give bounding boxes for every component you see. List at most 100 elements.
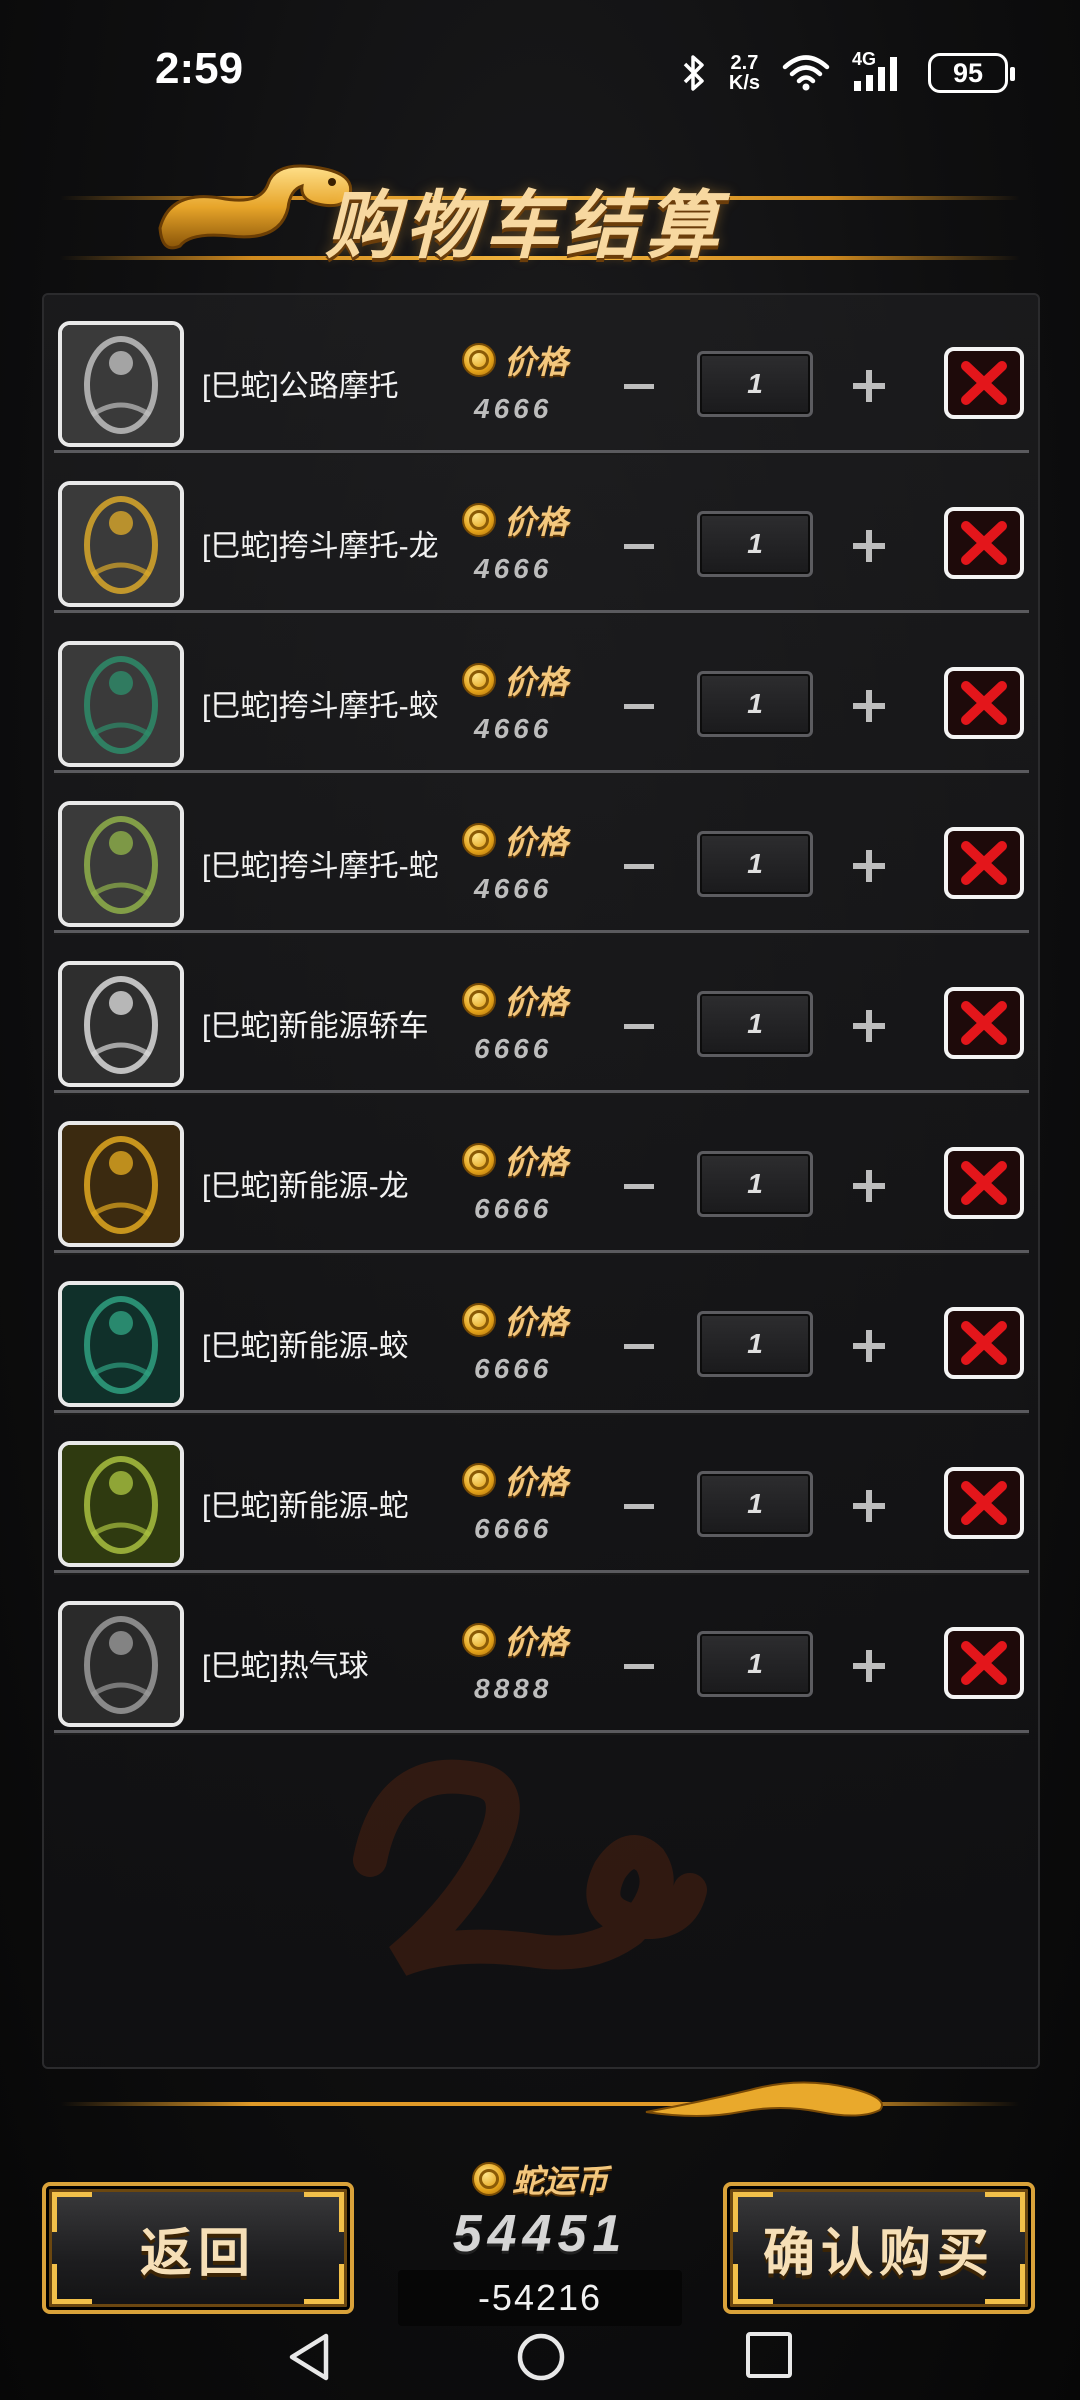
coin-icon — [462, 503, 496, 537]
increase-quantity-button[interactable] — [844, 1001, 894, 1051]
price-label: 价格 — [504, 1144, 569, 1180]
increase-quantity-button[interactable] — [844, 361, 894, 411]
decrease-quantity-button[interactable] — [614, 1161, 664, 1211]
quantity-field[interactable]: 1 — [697, 831, 813, 897]
price-label: 价格 — [504, 1624, 569, 1660]
item-price: 4666 — [474, 553, 553, 584]
price-block: 价格 6666 — [462, 1137, 582, 1225]
coin-icon — [462, 983, 496, 1017]
minus-icon — [624, 704, 654, 709]
page-title: 购物车结算 — [325, 183, 725, 269]
confirm-purchase-button[interactable]: 确认购买 — [723, 2182, 1035, 2314]
minus-icon — [624, 1344, 654, 1349]
close-icon — [961, 1481, 1007, 1525]
minus-icon — [624, 864, 654, 869]
nav-home-icon[interactable] — [516, 2330, 566, 2384]
minus-icon — [624, 384, 654, 389]
nav-recent-icon[interactable] — [746, 2332, 792, 2378]
cart-item-row: [巳蛇]新能源-龙 价格 6666 1 — [54, 1103, 1029, 1253]
coin-icon — [462, 1303, 496, 1337]
remove-item-button[interactable] — [944, 1307, 1024, 1379]
price-block: 价格 6666 — [462, 1297, 582, 1385]
coin-icon — [462, 663, 496, 697]
close-icon — [961, 681, 1007, 725]
item-thumbnail — [58, 1121, 184, 1247]
network-speed-value: 2.7 — [730, 52, 759, 74]
plus-icon — [853, 850, 885, 882]
increase-quantity-button[interactable] — [844, 681, 894, 731]
quantity-field[interactable]: 1 — [697, 511, 813, 577]
minus-icon — [624, 1664, 654, 1669]
item-thumbnail — [58, 1601, 184, 1727]
item-name: [巳蛇]挎斗摩托-蛇 — [202, 850, 439, 883]
frame-corner — [52, 2192, 92, 2232]
price-block: 价格 4666 — [462, 817, 582, 905]
signal-icon: 4G — [852, 49, 906, 93]
quantity-field[interactable]: 1 — [697, 1151, 813, 1217]
decrease-quantity-button[interactable] — [614, 521, 664, 571]
frame-corner — [304, 2192, 344, 2232]
close-icon — [961, 841, 1007, 885]
remove-item-button[interactable] — [944, 987, 1024, 1059]
quantity-field[interactable]: 1 — [697, 1631, 813, 1697]
remove-item-button[interactable] — [944, 1467, 1024, 1539]
increase-quantity-button[interactable] — [844, 521, 894, 571]
item-thumbnail — [58, 481, 184, 607]
minus-icon — [624, 544, 654, 549]
increase-quantity-button[interactable] — [844, 1321, 894, 1371]
balance-title-row: 蛇运币 — [398, 2156, 682, 2202]
decrease-quantity-button[interactable] — [614, 681, 664, 731]
increase-quantity-button[interactable] — [844, 841, 894, 891]
decrease-quantity-button[interactable] — [614, 1481, 664, 1531]
item-name: [巳蛇]挎斗摩托-蛟 — [202, 690, 439, 723]
back-button[interactable]: 返回 — [42, 2182, 354, 2314]
remove-item-button[interactable] — [944, 667, 1024, 739]
increase-quantity-button[interactable] — [844, 1481, 894, 1531]
remove-item-button[interactable] — [944, 347, 1024, 419]
item-price: 6666 — [474, 1513, 553, 1544]
price-label: 价格 — [504, 504, 569, 540]
item-name: [巳蛇]新能源-蛟 — [202, 1330, 409, 1363]
decrease-quantity-button[interactable] — [614, 361, 664, 411]
item-thumbnail — [58, 321, 184, 447]
plus-icon — [853, 1170, 885, 1202]
price-label-row: 价格 — [462, 657, 582, 703]
remove-item-button[interactable] — [944, 507, 1024, 579]
remove-item-button[interactable] — [944, 1627, 1024, 1699]
plus-icon — [853, 1330, 885, 1362]
quantity-field[interactable]: 1 — [697, 1311, 813, 1377]
price-block: 价格 6666 — [462, 977, 582, 1065]
item-name: [巳蛇]新能源-龙 — [202, 1170, 409, 1203]
price-block: 价格 8888 — [462, 1617, 582, 1705]
plus-icon — [853, 1010, 885, 1042]
year-watermark-icon — [353, 1759, 707, 1976]
quantity-field[interactable]: 1 — [697, 991, 813, 1057]
minus-icon — [624, 1184, 654, 1189]
decrease-quantity-button[interactable] — [614, 1321, 664, 1371]
decrease-quantity-button[interactable] — [614, 841, 664, 891]
remove-item-button[interactable] — [944, 827, 1024, 899]
item-thumbnail — [58, 1441, 184, 1567]
cart-item-row: [巳蛇]新能源-蛟 价格 6666 1 — [54, 1263, 1029, 1413]
coin-icon — [462, 343, 496, 377]
cart-item-row: [巳蛇]挎斗摩托-龙 价格 4666 1 — [54, 463, 1029, 613]
quantity-field[interactable]: 1 — [697, 351, 813, 417]
cart-item-row: [巳蛇]挎斗摩托-蛟 价格 4666 1 — [54, 623, 1029, 773]
increase-quantity-button[interactable] — [844, 1161, 894, 1211]
frame-corner — [52, 2264, 92, 2304]
remove-item-button[interactable] — [944, 1147, 1024, 1219]
quantity-field[interactable]: 1 — [697, 671, 813, 737]
status-time: 2:59 — [155, 44, 244, 93]
price-label: 价格 — [504, 664, 569, 700]
price-label-row: 价格 — [462, 497, 582, 543]
nav-back-icon[interactable] — [284, 2330, 334, 2384]
decrease-quantity-button[interactable] — [614, 1001, 664, 1051]
confirm-button-label: 确认购买 — [762, 2222, 995, 2284]
back-button-label: 返回 — [139, 2222, 256, 2284]
increase-quantity-button[interactable] — [844, 1641, 894, 1691]
quantity-field[interactable]: 1 — [697, 1471, 813, 1537]
cart-item-row: [巳蛇]公路摩托 价格 4666 1 — [54, 303, 1029, 453]
frame-corner — [733, 2264, 773, 2304]
price-block: 价格 4666 — [462, 497, 582, 585]
decrease-quantity-button[interactable] — [614, 1641, 664, 1691]
